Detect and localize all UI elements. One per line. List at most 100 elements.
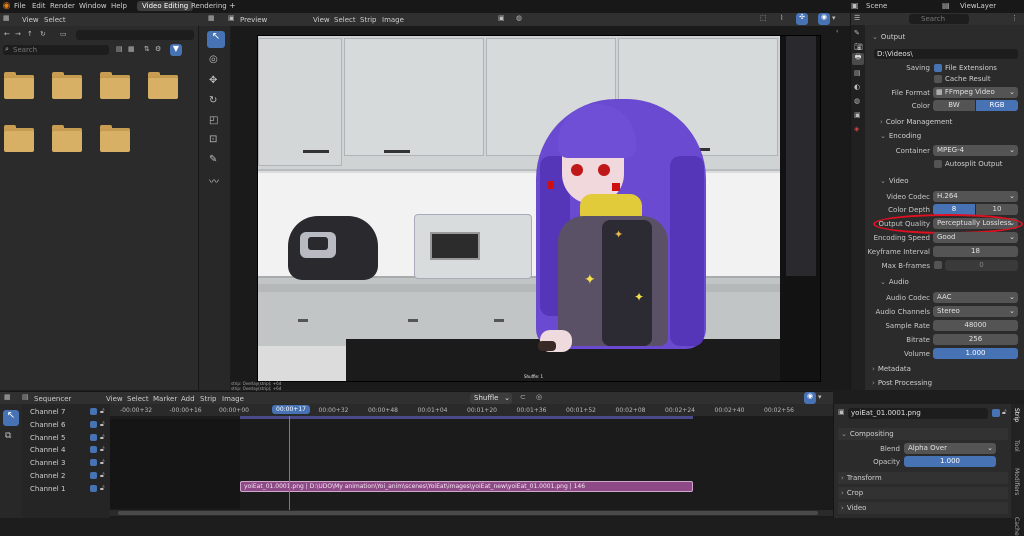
workspace-tab-video-editing[interactable]: Video Editing	[137, 1, 194, 11]
channel-lock-icon[interactable]: 🔓︎	[100, 407, 105, 416]
transform-tool-icon[interactable]: ⊡	[209, 134, 217, 145]
view-thumbnails-icon[interactable]: ▤	[116, 45, 123, 53]
channel-name[interactable]: Channel 6	[30, 421, 65, 429]
seq-select-tool-button[interactable]: ↖	[3, 410, 19, 426]
preview-mode-icon[interactable]: ▣	[228, 14, 235, 22]
encoding-header[interactable]: ⌄ Encoding	[880, 132, 921, 140]
world-tab-icon[interactable]: ◍	[854, 97, 860, 105]
file-format-dropdown[interactable]: ▦ FFmpeg Video ⌄	[933, 87, 1018, 98]
scale-tool-icon[interactable]: ◰	[209, 115, 218, 126]
sample-tool-icon[interactable]: ◎	[209, 54, 218, 65]
gizmo-toggle-button[interactable]: ✣	[796, 13, 808, 25]
sequencer-mode-icon[interactable]: ▤	[22, 393, 29, 401]
preview-menu-strip[interactable]: Strip	[360, 16, 376, 24]
blend-dropdown[interactable]: Alpha Over ⌄	[904, 443, 996, 454]
strip-video-header[interactable]: › Video	[838, 502, 1008, 514]
seq-menu-marker[interactable]: Marker	[153, 395, 177, 403]
snap-icon[interactable]: ⌇	[780, 14, 783, 22]
max-bframes-field[interactable]: 0	[945, 260, 1018, 271]
new-folder-icon[interactable]: ▭	[60, 30, 67, 38]
annotate-tool-icon[interactable]: 〰	[209, 173, 219, 188]
tool-tab-icon[interactable]: ✎	[854, 29, 860, 37]
channel-lock-icon[interactable]: 🔓︎	[100, 471, 105, 480]
sample-rate-field[interactable]: 48000	[933, 320, 1018, 331]
post-processing-header[interactable]: › Post Processing	[872, 379, 932, 387]
fb-search-input[interactable]: ⌕ Search	[3, 45, 109, 55]
autosplit-checkbox[interactable]	[934, 160, 942, 168]
viewlayer-selector[interactable]: ViewLayer	[960, 2, 996, 10]
sidebar-tab-modifiers[interactable]: Modifiers	[1013, 468, 1020, 495]
timeline-area[interactable]: -00:00+32 -00:00+16 00:00+00 00:00+32 00:00+…	[110, 404, 833, 518]
preview-sidebar-toggle-icon[interactable]: ‹	[836, 28, 838, 35]
channel-name[interactable]: Channel 5	[30, 434, 65, 442]
channel-mute-checkbox[interactable]	[90, 446, 97, 454]
shuffle-dropdown[interactable]: Shuffle ⌄	[470, 393, 512, 404]
playhead-line[interactable]	[289, 416, 290, 512]
sidebar-tab-cache[interactable]: Cache	[1013, 517, 1020, 536]
channel-mute-checkbox[interactable]	[90, 433, 97, 441]
texture-tab-icon[interactable]: ◈	[854, 125, 859, 133]
channel-mute-checkbox[interactable]	[90, 472, 97, 479]
eyedropper-tool-icon[interactable]: ✎	[209, 154, 217, 165]
strip-name-field[interactable]: yoiEat_01.0001.png	[848, 408, 988, 419]
opacity-slider[interactable]: 1.000	[904, 456, 996, 467]
container-dropdown[interactable]: MPEG-4 ⌄	[933, 145, 1018, 156]
seq-menu-image[interactable]: Image	[222, 395, 244, 403]
video-codec-dropdown[interactable]: H.264 ⌄	[933, 191, 1018, 202]
channel-mute-checkbox[interactable]	[90, 484, 97, 492]
seq-overlay-button[interactable]: ◉	[804, 392, 816, 404]
file-extensions-checkbox[interactable]	[934, 64, 942, 72]
output-tab-icon[interactable]: 🖶︎	[852, 53, 864, 65]
scene-tab-icon[interactable]: ◐	[854, 83, 860, 91]
current-time-badge[interactable]: 00:00+17	[272, 405, 310, 414]
preview-editor-type-icon[interactable]: ▦	[208, 14, 215, 22]
output-path-field[interactable]: D:\Videos\	[874, 49, 1018, 59]
sequencer-editor-type-icon[interactable]: ▦	[4, 393, 11, 401]
metadata-header[interactable]: › Metadata	[872, 365, 911, 373]
channel-name[interactable]: Channel 1	[30, 485, 65, 493]
max-bframes-checkbox[interactable]	[934, 261, 942, 269]
folder-icon[interactable]	[52, 72, 82, 99]
bitrate-field[interactable]: 256	[933, 334, 1018, 345]
scene-selector[interactable]: Scene	[866, 2, 887, 10]
select-tool-button[interactable]: ↖	[207, 31, 225, 48]
seq-overlay-dropdown-icon[interactable]: ▾	[818, 393, 822, 401]
audio-codec-dropdown[interactable]: AAC ⌄	[933, 292, 1018, 303]
folder-icon[interactable]	[4, 72, 34, 99]
channel-name[interactable]: Channel 3	[30, 459, 65, 467]
volume-slider[interactable]: 1.000	[933, 348, 1018, 359]
add-workspace-button[interactable]: +	[229, 1, 236, 10]
menu-file[interactable]: File	[14, 2, 26, 10]
timeline-scroll-handle[interactable]	[118, 511, 818, 515]
grid-view-icon[interactable]: ▦	[128, 45, 135, 53]
sidebar-tab-strip[interactable]: Strip	[1013, 408, 1020, 422]
folder-icon[interactable]	[52, 125, 82, 152]
color-rgb-button[interactable]: RGB	[976, 100, 1018, 111]
audio-header[interactable]: ⌄ Audio	[880, 278, 909, 286]
sort-icon[interactable]: ⇅	[144, 45, 150, 53]
back-arrow-icon[interactable]: ←	[4, 30, 10, 38]
blender-logo-icon[interactable]: ◉	[2, 1, 11, 11]
folder-icon[interactable]	[148, 72, 178, 99]
overlay-dropdown-icon[interactable]: ▾	[832, 14, 836, 22]
folder-icon[interactable]	[4, 125, 34, 152]
channel-mute-checkbox[interactable]	[90, 459, 97, 467]
editor-type-icon[interactable]: ▦	[3, 14, 10, 22]
channel-name[interactable]: Channel 2	[30, 472, 65, 480]
keyframe-interval-field[interactable]: 18	[933, 246, 1018, 257]
channel-mute-checkbox[interactable]	[90, 420, 97, 428]
color-depth-10-button[interactable]: 10	[976, 204, 1018, 215]
channel-lock-icon[interactable]: 🔓︎	[100, 484, 105, 493]
transform-header[interactable]: › Transform	[838, 472, 1008, 484]
cache-result-checkbox[interactable]	[934, 75, 942, 83]
channel-name[interactable]: Channel 4	[30, 446, 65, 454]
strip-yoieat[interactable]: yoiEat_01.0001.png | D:\UDO\My animation…	[240, 481, 693, 492]
preview-menu-select[interactable]: Select	[334, 16, 356, 24]
display-channels-icon[interactable]: ▣	[498, 14, 505, 22]
lock-icon[interactable]: 🔓︎	[1002, 408, 1007, 417]
compositing-header[interactable]: ⌄ Compositing	[838, 428, 1008, 440]
rotate-tool-icon[interactable]: ↻	[209, 95, 217, 106]
channel-lock-icon[interactable]: 🔓︎	[100, 445, 105, 454]
menu-window[interactable]: Window	[79, 2, 107, 10]
fb-menu-select[interactable]: Select	[44, 16, 66, 24]
